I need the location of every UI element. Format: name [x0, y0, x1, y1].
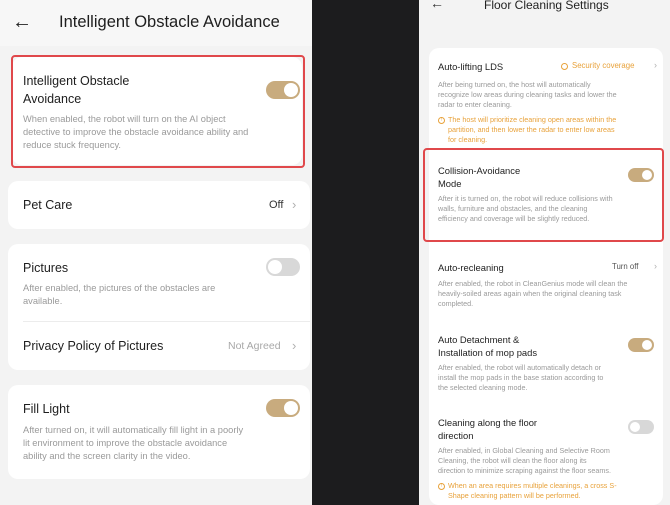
pet-care-row[interactable]: Pet Care Off › — [8, 181, 310, 229]
pictures-desc-2: available. — [23, 296, 63, 306]
highlight-box — [423, 148, 664, 242]
chevron-right-icon: › — [292, 197, 297, 212]
lds-title: Auto-lifting LDS — [438, 61, 504, 72]
floor-direction-warning-1: When an area requires multiple cleanings… — [448, 481, 617, 490]
pet-care-value: Off — [269, 199, 284, 211]
fill-light-toggle[interactable] — [266, 399, 300, 417]
pictures-title: Pictures — [23, 261, 69, 275]
warning-icon: ! — [438, 117, 445, 124]
privacy-policy-title: Privacy Policy of Pictures — [23, 339, 164, 353]
mop-desc-2: install the mop pads in the base station… — [438, 373, 604, 382]
lds-warning-2: partition, and then lower the radar to e… — [448, 125, 615, 134]
fill-light-desc-2: lit environment to improve the obstacle … — [23, 438, 228, 448]
lds-desc-1: After being turned on, the host will aut… — [438, 80, 591, 89]
fill-light-card: Fill Light After turned on, it will auto… — [8, 385, 310, 479]
mop-pads-row: Auto Detachment & Installation of mop pa… — [429, 324, 663, 404]
floor-direction-warning-2: Shape cleaning pattern will be performed… — [448, 491, 581, 500]
auto-recleaning-row[interactable]: Auto-recleaning Turn off › After enabled… — [429, 251, 663, 323]
settings-card: Auto-lifting LDS Security coverage › Aft… — [429, 48, 663, 505]
auto-lifting-lds-row[interactable]: Auto-lifting LDS Security coverage › Aft… — [429, 48, 663, 146]
lds-warning-3: for cleaning. — [448, 135, 488, 144]
chevron-right-icon: › — [654, 60, 657, 70]
pictures-toggle[interactable] — [266, 258, 300, 276]
floor-direction-desc-1: After enabled, in Global Cleaning and Se… — [438, 446, 610, 455]
back-arrow-icon[interactable]: ← — [12, 10, 32, 34]
recleaning-desc-3: completed. — [438, 299, 474, 308]
warning-icon: ! — [438, 483, 445, 490]
pet-care-title: Pet Care — [23, 198, 73, 212]
shield-icon — [561, 63, 568, 70]
recleaning-desc-1: After enabled, the robot in CleanGenius … — [438, 279, 628, 288]
mop-desc-1: After enabled, the robot will automatica… — [438, 363, 602, 372]
mop-pads-toggle[interactable] — [628, 338, 654, 352]
mop-desc-3: the selected cleaning mode. — [438, 383, 528, 392]
mop-title-1: Auto Detachment & — [438, 334, 520, 345]
page-title: Intelligent Obstacle Avoidance — [59, 13, 280, 31]
floor-cleaning-screen: ← Floor Cleaning Settings Auto-lifting L… — [419, 0, 670, 505]
lds-desc-2: recognize low areas during cleaning task… — [438, 90, 617, 99]
privacy-policy-row[interactable]: Privacy Policy of Pictures Not Agreed › — [8, 322, 310, 370]
fill-light-desc-1: After turned on, it will automatically f… — [23, 425, 244, 435]
screen-gap — [312, 0, 419, 505]
fill-light-desc-3: ability and the screen clarity in the vi… — [23, 451, 191, 461]
fill-light-title: Fill Light — [23, 402, 70, 416]
floor-direction-desc-3: direction to minimize scraping against t… — [438, 466, 611, 475]
lds-warning-1: The host will prioritize cleaning open a… — [448, 115, 617, 124]
chevron-right-icon: › — [654, 261, 657, 271]
recleaning-title: Auto-recleaning — [438, 262, 504, 273]
lds-value: Security coverage — [572, 61, 635, 70]
obstacle-avoidance-screen: ← Intelligent Obstacle Avoidance Intelli… — [0, 0, 312, 505]
pictures-desc-1: After enabled, the pictures of the obsta… — [23, 283, 216, 293]
recleaning-desc-2: heavily-soiled areas again when the orig… — [438, 289, 622, 298]
floor-direction-toggle[interactable] — [628, 420, 654, 434]
pictures-card: Pictures After enabled, the pictures of … — [8, 244, 310, 370]
mop-title-2: Installation of mop pads — [438, 347, 538, 358]
floor-direction-row: Cleaning along the floor direction After… — [429, 406, 663, 505]
lds-desc-3: radar to enter cleaning. — [438, 100, 512, 109]
page-title: Floor Cleaning Settings — [484, 0, 609, 12]
header: ← Intelligent Obstacle Avoidance — [0, 0, 312, 46]
chevron-right-icon: › — [292, 338, 297, 353]
highlight-box — [11, 55, 305, 168]
floor-direction-title-1: Cleaning along the floor — [438, 417, 538, 428]
floor-direction-desc-2: Cleaning, the robot will clean the floor… — [438, 456, 587, 465]
back-arrow-icon[interactable]: ← — [430, 0, 444, 11]
header: ← Floor Cleaning Settings — [419, 0, 670, 16]
floor-direction-title-2: direction — [438, 430, 474, 441]
privacy-policy-value: Not Agreed — [228, 340, 281, 352]
recleaning-value: Turn off — [612, 262, 639, 271]
